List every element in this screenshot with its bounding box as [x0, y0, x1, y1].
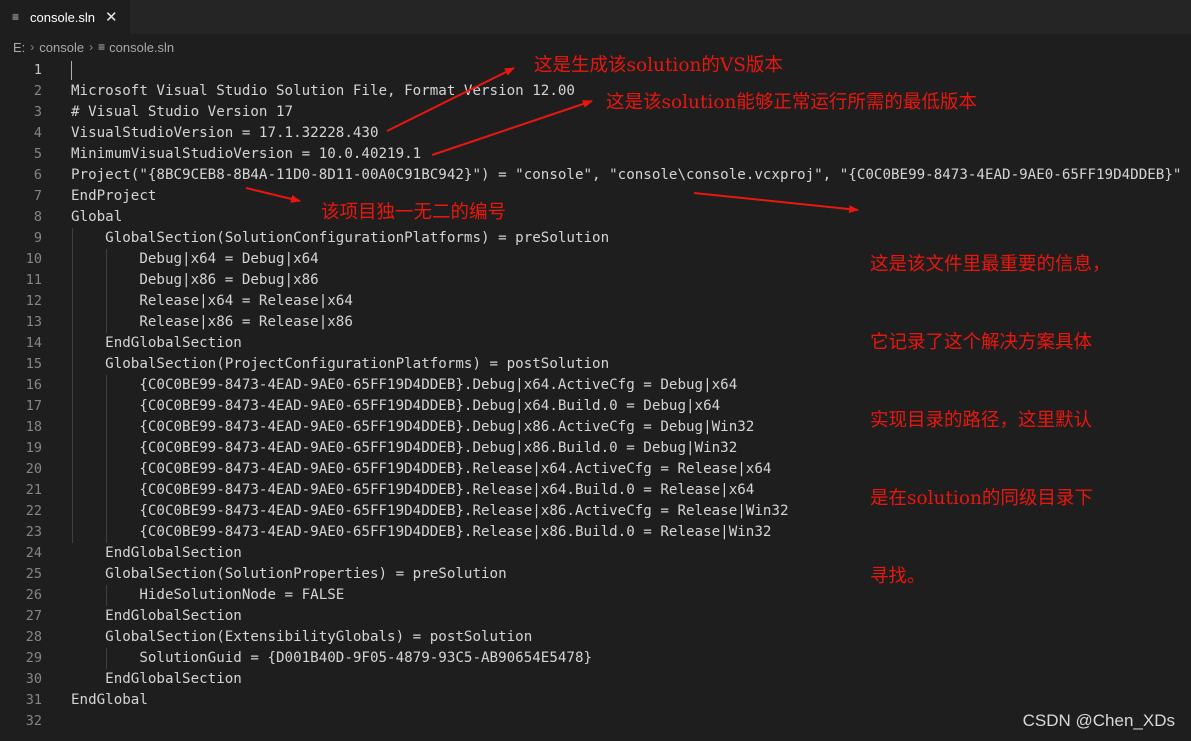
line-number: 8 [33, 209, 42, 225]
indent-guide [106, 585, 107, 606]
annotation-project-id: 该项目独一无二的编号 [321, 202, 507, 223]
line-number: 28 [25, 629, 42, 645]
line-number: 25 [25, 566, 42, 582]
code-text: GlobalSection(ExtensibilityGlobals) = po… [71, 629, 533, 645]
code-text: GlobalSection(SolutionProperties) = preS… [71, 566, 507, 582]
code-text: Release|x86 = Release|x86 [71, 314, 353, 330]
tab-label: console.sln [30, 9, 96, 25]
code-line[interactable]: 5 MinimumVisualStudioVersion = 10.0.40219… [0, 144, 1191, 165]
breadcrumb-folder[interactable]: console [39, 40, 84, 55]
chevron-right-icon: › [89, 40, 94, 54]
indent-guide [106, 375, 107, 543]
code-text: Debug|x86 = Debug|x86 [71, 272, 319, 288]
code-line[interactable]: 6 Project("{8BC9CEB8-8B4A-11D0-8D11-00A0C… [0, 165, 1191, 186]
code-text: {C0C0BE99-8473-4EAD-9AE0-65FF19D4DDEB}.R… [71, 503, 789, 519]
line-number: 15 [25, 356, 42, 372]
line-number: 1 [33, 62, 42, 78]
tab-console-sln[interactable]: ≡ console.sln ✕ [0, 0, 130, 34]
line-number: 20 [25, 461, 42, 477]
code-text: EndGlobalSection [71, 608, 242, 624]
line-number: 32 [25, 713, 42, 729]
code-text: Microsoft Visual Studio Solution File, F… [71, 83, 575, 99]
lines-file-icon: ≡ [98, 40, 106, 54]
chevron-right-icon: › [30, 40, 35, 54]
code-text: VisualStudioVersion = 17.1.32228.430 [71, 125, 379, 141]
tab-bar: ≡ console.sln ✕ [0, 0, 1191, 34]
line-number: 3 [33, 104, 42, 120]
watermark: CSDN @Chen_XDs [1022, 711, 1175, 730]
line-number: 31 [25, 692, 42, 708]
code-text: SolutionGuid = {D001B40D-9F05-4879-93C5-… [71, 650, 593, 666]
code-text: Global [71, 209, 123, 225]
line-number: 16 [25, 377, 42, 393]
line-number: 21 [25, 482, 42, 498]
line-number: 9 [33, 230, 42, 246]
code-line[interactable]: 31 EndGlobal [0, 690, 1191, 711]
code-text: {C0C0BE99-8473-4EAD-9AE0-65FF19D4DDEB}.D… [71, 419, 755, 435]
close-icon[interactable]: ✕ [105, 8, 118, 26]
code-text: {C0C0BE99-8473-4EAD-9AE0-65FF19D4DDEB}.D… [71, 440, 738, 456]
line-number: 7 [33, 188, 42, 204]
line-number: 18 [25, 419, 42, 435]
code-line[interactable]: 29 SolutionGuid = {D001B40D-9F05-4879-93… [0, 648, 1191, 669]
code-text: MinimumVisualStudioVersion = 10.0.40219.… [71, 146, 422, 162]
line-number: 19 [25, 440, 42, 456]
code-text: EndGlobalSection [71, 545, 242, 561]
line-number: 29 [25, 650, 42, 666]
line-number: 22 [25, 503, 42, 519]
code-text: Release|x64 = Release|x64 [71, 293, 353, 309]
line-number: 11 [25, 272, 42, 288]
code-text: # Visual Studio Version 17 [71, 104, 294, 120]
code-line[interactable]: 4 VisualStudioVersion = 17.1.32228.430 [0, 123, 1191, 144]
code-text: GlobalSection(ProjectConfigurationPlatfo… [71, 356, 610, 372]
annotation-min-version: 这是该solution能够正常运行所需的最低版本 [606, 92, 977, 113]
line-number: 17 [25, 398, 42, 414]
code-line[interactable]: 28 GlobalSection(ExtensibilityGlobals) =… [0, 627, 1191, 648]
code-line[interactable]: 30 EndGlobalSection [0, 669, 1191, 690]
code-text: {C0C0BE99-8473-4EAD-9AE0-65FF19D4DDEB}.R… [71, 524, 772, 540]
annotation-vs-version: 这是生成该solution的VS版本 [534, 55, 783, 76]
code-text: EndGlobal [71, 692, 148, 708]
annotation-line: 是在solution的同级目录下 [870, 488, 1093, 509]
code-line[interactable]: 32 [0, 711, 1191, 732]
lines-file-icon: ≡ [12, 10, 20, 24]
code-text: Debug|x64 = Debug|x64 [71, 251, 319, 267]
code-line[interactable]: 3 # Visual Studio Version 17 [0, 102, 1191, 123]
annotation-line: 它记录了这个解决方案具体 [870, 332, 1093, 353]
code-text: HideSolutionNode = FALSE [71, 587, 345, 603]
breadcrumb-drive[interactable]: E: [13, 40, 25, 55]
line-number: 14 [25, 335, 42, 351]
code-text: EndGlobalSection [71, 335, 242, 351]
code-text: GlobalSection(SolutionConfigurationPlatf… [71, 230, 610, 246]
indent-guide [106, 648, 107, 669]
annotation-important-info: 这是该文件里最重要的信息， 它记录了这个解决方案具体 实现目录的路径，这里默认 … [870, 200, 1111, 616]
line-number: 23 [25, 524, 42, 540]
line-number: 27 [25, 608, 42, 624]
code-text: {C0C0BE99-8473-4EAD-9AE0-65FF19D4DDEB}.D… [71, 377, 738, 393]
line-number: 6 [33, 167, 42, 183]
indent-guide [106, 249, 107, 333]
line-number: 10 [25, 251, 42, 267]
line-number: 2 [33, 83, 42, 99]
line-number: 24 [25, 545, 42, 561]
line-number: 4 [33, 125, 42, 141]
line-number: 26 [25, 587, 42, 603]
line-number: 5 [33, 146, 42, 162]
code-text: {C0C0BE99-8473-4EAD-9AE0-65FF19D4DDEB}.D… [71, 398, 721, 414]
line-number: 13 [25, 314, 42, 330]
annotation-line: 这是该文件里最重要的信息， [870, 254, 1111, 275]
code-text: {C0C0BE99-8473-4EAD-9AE0-65FF19D4DDEB}.R… [71, 461, 772, 477]
code-line[interactable]: 2 Microsoft Visual Studio Solution File, … [0, 81, 1191, 102]
annotation-line: 寻找。 [870, 566, 926, 587]
indent-guide [72, 228, 73, 543]
code-text: {C0C0BE99-8473-4EAD-9AE0-65FF19D4DDEB}.R… [71, 482, 755, 498]
code-text: Project("{8BC9CEB8-8B4A-11D0-8D11-00A0C9… [71, 167, 1182, 183]
code-text: EndGlobalSection [71, 671, 242, 687]
breadcrumb-file[interactable]: console.sln [109, 40, 174, 55]
line-number: 12 [25, 293, 42, 309]
line-number: 30 [25, 671, 42, 687]
text-cursor [71, 61, 72, 80]
annotation-line: 实现目录的路径，这里默认 [870, 410, 1093, 431]
code-text: EndProject [71, 188, 157, 204]
